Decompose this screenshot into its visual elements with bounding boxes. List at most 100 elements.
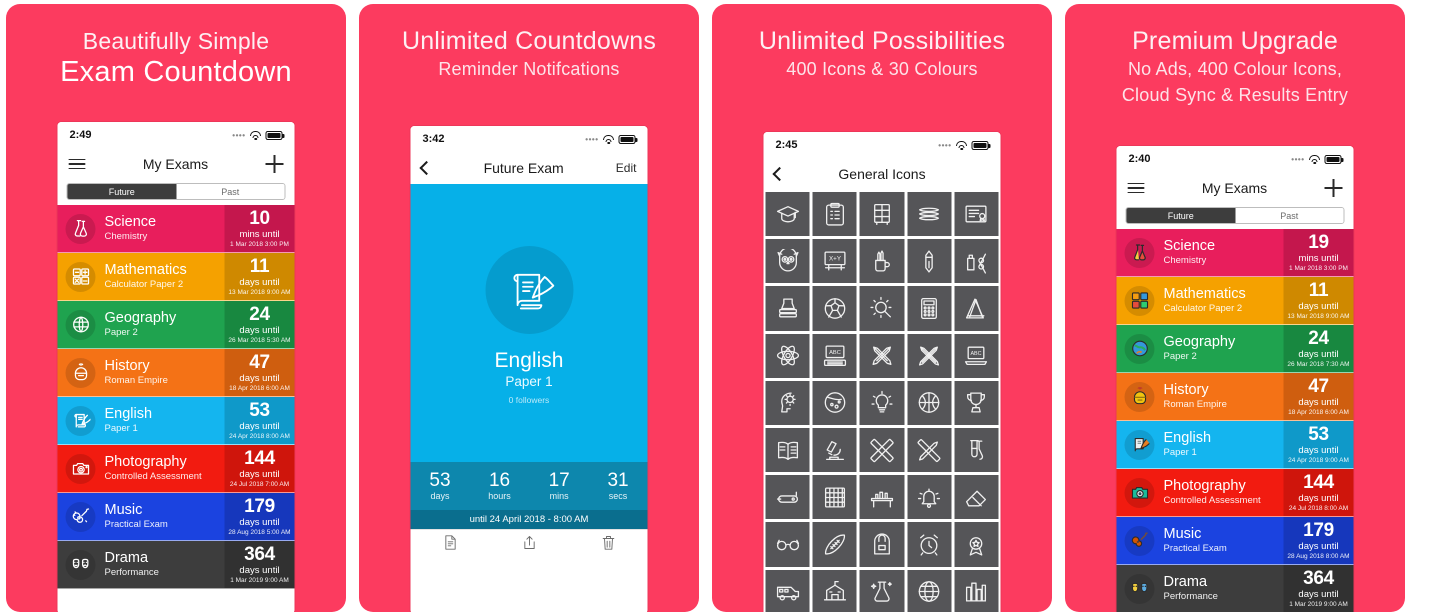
alarm-clock-icon[interactable] — [907, 522, 952, 567]
crossed-pencil-ruler-icon[interactable] — [907, 333, 952, 378]
panel1-nav-bar: My Exams — [57, 148, 295, 180]
calculator-icon[interactable] — [907, 286, 952, 331]
stamp-books-icon[interactable] — [765, 286, 810, 331]
exam-row[interactable]: Drama Performance 364 days until 1 Mar 2… — [57, 541, 295, 589]
tab-future[interactable]: Future — [67, 184, 176, 199]
glue-scissors-icon[interactable] — [954, 239, 999, 284]
petri-dish-icon[interactable] — [812, 380, 857, 426]
tab-past[interactable]: Past — [176, 184, 285, 199]
football-icon[interactable] — [812, 522, 857, 567]
exam-detail: Paper 1 — [104, 423, 138, 434]
computer-abc-icon[interactable]: ABC — [812, 333, 857, 378]
panel-unlimited-possibilities: Unlimited Possibilities 400 Icons & 30 C… — [712, 4, 1052, 612]
library-books-icon[interactable] — [954, 569, 999, 612]
countdown-unit: mins until — [239, 229, 280, 240]
panel2-status-time: 3:42 — [422, 133, 445, 145]
plus-icon[interactable] — [1324, 179, 1343, 197]
exam-row[interactable]: Geography Paper 2 24 days until 26 Mar 2… — [57, 301, 295, 349]
pencil-cup-icon[interactable] — [859, 239, 905, 284]
panel-unlimited-countdowns: Unlimited Countdowns Reminder Notifcatio… — [359, 4, 699, 612]
exam-row[interactable]: Science Chemistry 10 mins until 1 Mar 20… — [57, 205, 295, 253]
school-bell-icon[interactable] — [907, 475, 952, 520]
tab-future[interactable]: Future — [1126, 208, 1235, 223]
microscope-icon[interactable] — [812, 428, 857, 473]
basketball-icon[interactable] — [907, 380, 952, 426]
magnifier-idea-icon[interactable] — [859, 286, 905, 331]
exam-row[interactable]: English Paper 1 53 days until 24 Apr 201… — [1116, 421, 1354, 469]
crossed-pencils-icon[interactable] — [859, 333, 905, 378]
exam-text: English Paper 1 — [104, 397, 225, 444]
lab-bench-icon[interactable] — [859, 475, 905, 520]
signal-dots-icon: •••• — [938, 140, 952, 150]
globe-color-icon — [1124, 333, 1155, 364]
panel1-status-bar: 2:49 •••• — [57, 122, 295, 148]
school-bus-icon[interactable] — [765, 569, 810, 612]
panel2-hero: English Paper 1 0 followers — [410, 184, 648, 462]
school-building-icon[interactable] — [812, 569, 857, 612]
backpack-icon[interactable] — [859, 522, 905, 567]
books-stack-icon[interactable] — [907, 192, 952, 237]
panel3-status-time: 2:45 — [775, 139, 798, 151]
panel3-headline-line1: Unlimited Possibilities — [758, 27, 1006, 55]
exam-row[interactable]: Photography Controlled Assessment 144 da… — [1116, 469, 1354, 517]
edit-button[interactable]: Edit — [616, 161, 637, 175]
trash-icon[interactable] — [600, 534, 616, 556]
pencil-ruler-icon[interactable] — [907, 428, 952, 473]
hamburger-icon[interactable] — [1127, 182, 1145, 194]
exam-row[interactable]: Drama Performance 364 days until 1 Mar 2… — [1116, 565, 1354, 612]
tab-past[interactable]: Past — [1235, 208, 1344, 223]
set-square-compass-icon[interactable] — [954, 286, 999, 331]
timer-unit: 16 hours — [488, 470, 511, 502]
hamburger-icon[interactable] — [68, 158, 86, 170]
chevron-left-icon[interactable] — [419, 160, 434, 176]
trophy-icon[interactable] — [954, 380, 999, 426]
owl-icon[interactable] — [765, 239, 810, 284]
test-tubes-icon[interactable] — [954, 428, 999, 473]
globe-grid-icon[interactable] — [907, 569, 952, 612]
chalkboard-xy-icon[interactable]: X+Y — [812, 239, 857, 284]
open-book-icon[interactable] — [765, 428, 810, 473]
flask-sparkle-icon[interactable] — [859, 569, 905, 612]
exam-icon-wrap — [1117, 325, 1163, 372]
lightbulb-icon[interactable] — [859, 380, 905, 426]
panel1-status-time: 2:49 — [69, 129, 92, 141]
test-tube-icon[interactable] — [765, 475, 810, 520]
exam-row[interactable]: Science Chemistry 19 mins until 1 Mar 20… — [1116, 229, 1354, 277]
exam-row[interactable]: English Paper 1 53 days until 24 Apr 201… — [57, 397, 295, 445]
notes-icon[interactable] — [442, 534, 458, 556]
exam-row[interactable]: Mathematics Calculator Paper 2 11 days u… — [57, 253, 295, 301]
clipboard-icon[interactable] — [812, 192, 857, 237]
exam-row[interactable]: Geography Paper 2 24 days until 26 Mar 2… — [1116, 325, 1354, 373]
laptop-abc-icon[interactable]: ABC — [954, 333, 999, 378]
scroll-quill-icon — [65, 405, 96, 436]
award-rosette-icon[interactable] — [954, 522, 999, 567]
panel1-segmented-control[interactable]: Future Past — [66, 183, 286, 200]
soccer-ball-icon[interactable] — [812, 286, 857, 331]
exam-row[interactable]: History Roman Empire 47 days until 18 Ap… — [57, 349, 295, 397]
share-icon[interactable] — [521, 534, 537, 556]
countdown-number: 19 — [1308, 232, 1329, 253]
panel4-segmented-control[interactable]: Future Past — [1125, 207, 1345, 224]
panel2-toolbar — [410, 529, 648, 559]
exam-row[interactable]: Music Practical Exam 179 days until 28 A… — [57, 493, 295, 541]
exam-detail: Controlled Assessment — [104, 471, 202, 482]
exam-row[interactable]: Music Practical Exam 179 days until 28 A… — [1116, 517, 1354, 565]
chevron-left-icon[interactable] — [772, 166, 787, 182]
crossed-rulers-icon[interactable] — [859, 428, 905, 473]
exam-icon-wrap — [58, 445, 104, 492]
exam-row[interactable]: History Roman Empire 47 days until 18 Ap… — [1116, 373, 1354, 421]
graduation-cap-icon[interactable] — [765, 192, 810, 237]
abacus-icon[interactable] — [812, 475, 857, 520]
bookshelf-icon[interactable] — [859, 192, 905, 237]
brain-gear-icon[interactable] — [765, 380, 810, 426]
followers-count: 0 followers — [508, 395, 550, 405]
countdown-number: 10 — [249, 208, 270, 229]
exam-row[interactable]: Mathematics Calculator Paper 2 11 days u… — [1116, 277, 1354, 325]
eraser-icon[interactable] — [954, 475, 999, 520]
atom-icon[interactable] — [765, 333, 810, 378]
glasses-icon[interactable] — [765, 522, 810, 567]
pen-icon[interactable] — [907, 239, 952, 284]
plus-icon[interactable] — [265, 155, 284, 173]
exam-row[interactable]: Photography Controlled Assessment 144 da… — [57, 445, 295, 493]
certificate-icon[interactable] — [954, 192, 999, 237]
